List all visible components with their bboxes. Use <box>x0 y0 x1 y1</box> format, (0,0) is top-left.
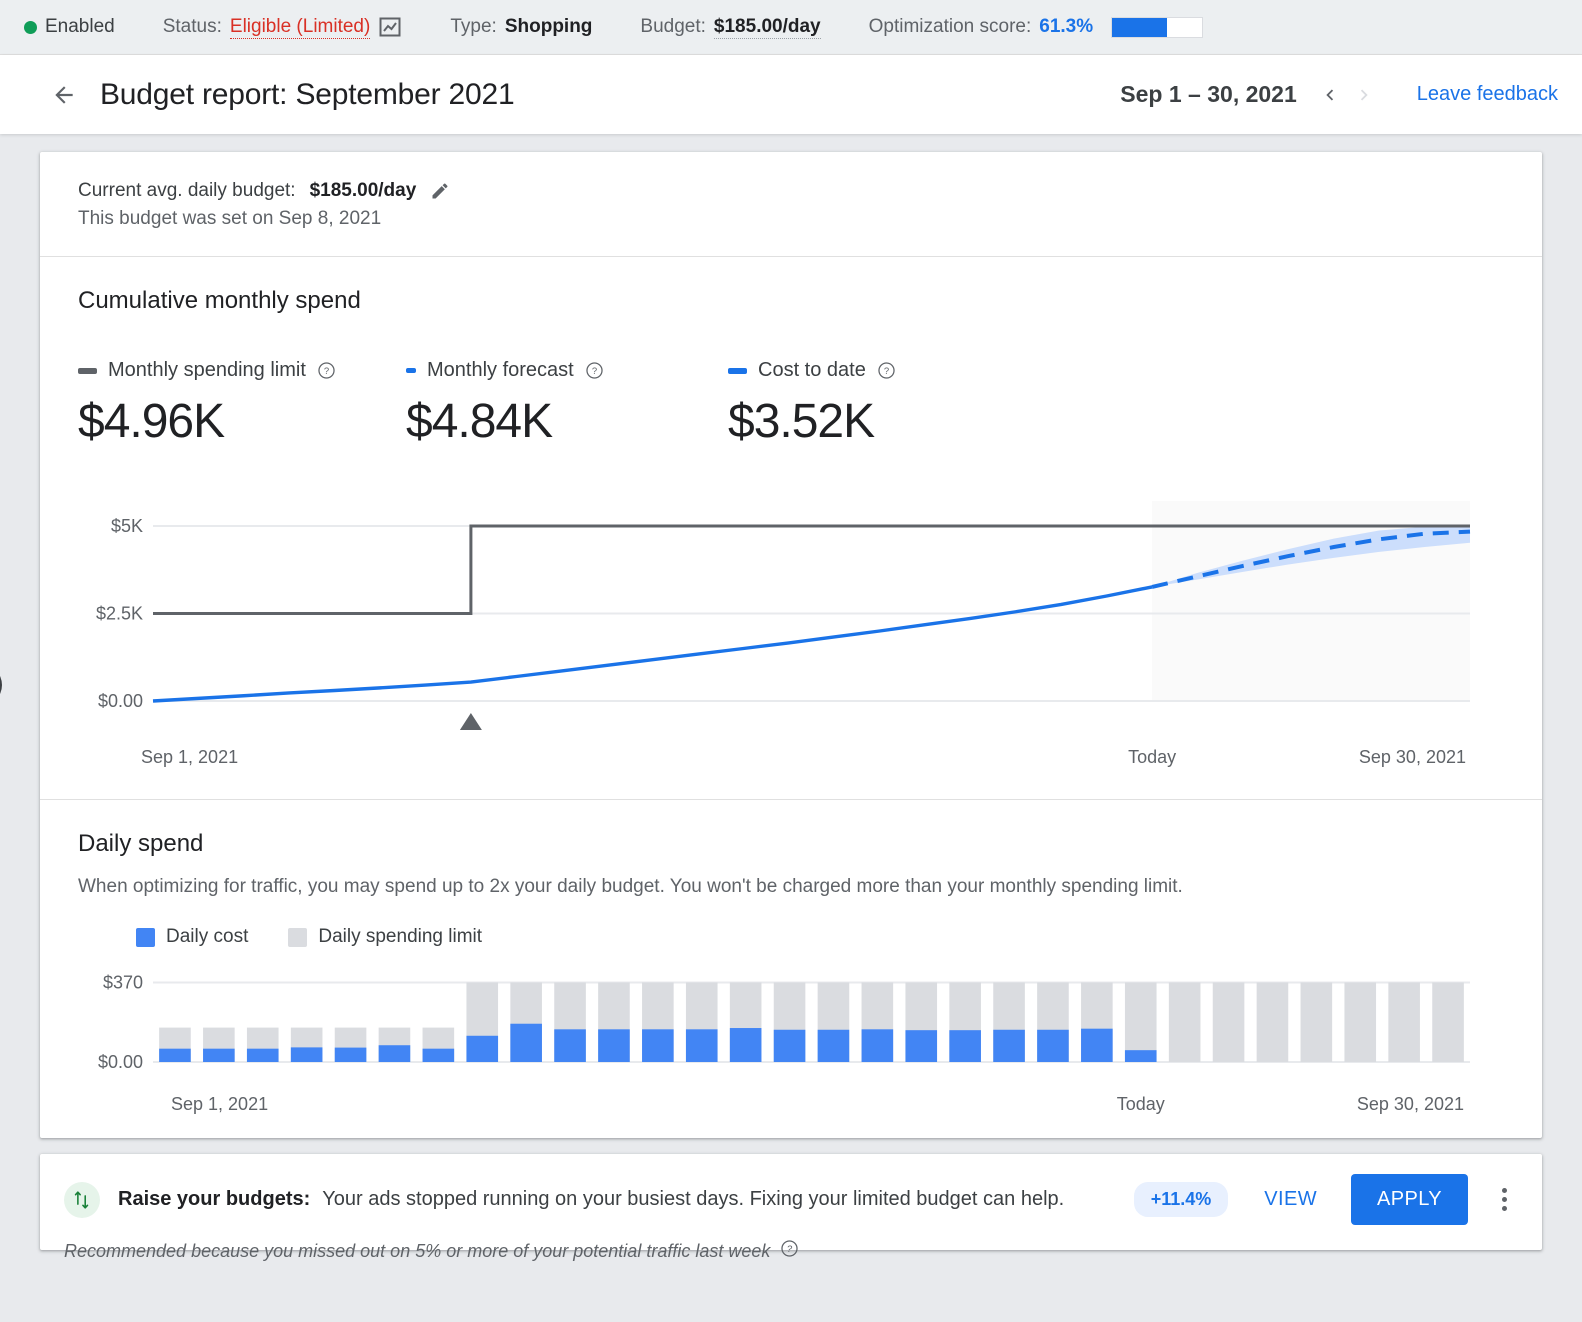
campaign-status-bar: Enabled Status: Eligible (Limited) Type:… <box>0 0 1582 55</box>
daily-section-description: When optimizing for traffic, you may spe… <box>78 876 1183 897</box>
metric-monthly-spending-limit: Monthly spending limit ? $4.96K <box>78 359 406 449</box>
recommendation-title: Raise your budgets: <box>118 1188 311 1210</box>
swap-vertical-icon <box>64 1181 100 1218</box>
budget-label: Budget: <box>640 16 706 37</box>
metric-label: Cost to date <box>758 359 866 381</box>
current-budget-value: $185.00/day <box>309 180 417 201</box>
cumulative-chart-svg: $0.00 $2.5K $5K Sep 1, 2021 Today Sep 30, 202… <box>96 501 1471 767</box>
cumulative-metrics: Monthly spending limit ? $4.96K Monthly … <box>78 359 1504 449</box>
header-controls: Sep 1 – 30, 2021 Leave feedback <box>1120 78 1558 112</box>
status-value[interactable]: Eligible (Limited) <box>229 16 371 39</box>
optimization-score-label: Optimization score: <box>868 16 1032 37</box>
svg-text:?: ? <box>324 366 329 377</box>
metric-label: Monthly forecast <box>427 359 574 381</box>
sidebar-expand-button[interactable] <box>0 664 2 706</box>
svg-text:Sep 1, 2021: Sep 1, 2021 <box>141 747 238 767</box>
optimization-score-progressbar <box>1111 16 1204 38</box>
apply-button[interactable]: APPLY <box>1351 1174 1468 1225</box>
svg-text:$2.5K: $2.5K <box>96 604 143 624</box>
svg-text:$0.00: $0.00 <box>98 691 143 711</box>
help-icon[interactable]: ? <box>877 361 896 380</box>
recommendation-text: Your ads stopped running on your busiest… <box>322 1188 1065 1210</box>
chart-icon[interactable] <box>378 15 402 39</box>
svg-text:$0.00: $0.00 <box>98 1052 143 1072</box>
enabled-dot-icon <box>24 20 37 34</box>
budget-set-date: This budget was set on Sep 8, 2021 <box>78 208 382 229</box>
kebab-menu-icon[interactable] <box>1490 1188 1518 1211</box>
page-header: Budget report: September 2021 Sep 1 – 30… <box>0 55 1582 134</box>
type-label: Type: <box>450 16 497 37</box>
legend-swatch-monthly-spending-limit <box>78 367 97 374</box>
type-value: Shopping <box>504 16 593 37</box>
metric-monthly-forecast: Monthly forecast ? $4.84K <box>406 359 728 449</box>
svg-text:?: ? <box>787 1244 793 1255</box>
metric-value: $4.84K <box>406 395 553 448</box>
svg-text:Sep 30, 2021: Sep 30, 2021 <box>1357 1094 1464 1114</box>
impact-badge: +11.4% <box>1133 1182 1229 1217</box>
budget-report-card: Current avg. daily budget: $185.00/day T… <box>40 152 1542 1138</box>
cumulative-spend-section: Cumulative monthly spend Monthly spendin… <box>40 257 1542 800</box>
legend-item-daily-spending-limit: Daily spending limit <box>288 926 482 948</box>
help-icon[interactable]: ? <box>585 361 604 380</box>
metric-value: $3.52K <box>728 395 875 448</box>
optimization-score-value[interactable]: 61.3% <box>1039 16 1093 38</box>
metric-label: Monthly spending limit <box>108 359 306 381</box>
metric-value: $4.96K <box>78 395 225 448</box>
recommendation-subtext: Recommended because you missed out on 5%… <box>64 1240 771 1261</box>
recommendation-subtext-row: Recommended because you missed out on 5%… <box>64 1239 1518 1263</box>
status-field: Status: Eligible (Limited) <box>163 15 403 39</box>
recommendation-actions: +11.4% VIEW APPLY <box>1133 1174 1518 1225</box>
svg-text:$5K: $5K <box>111 516 143 536</box>
daily-chart-svg: $0.00 $370 Sep 1, 2021 Today Sep 30, 2021 <box>98 972 1470 1114</box>
legend-swatch-cost-to-date <box>728 367 747 374</box>
type-field: Type: Shopping <box>450 16 592 38</box>
chevron-left-icon[interactable] <box>1313 78 1347 112</box>
back-arrow-icon[interactable] <box>44 75 84 115</box>
svg-text:Today: Today <box>1117 1094 1165 1114</box>
metric-header: Cost to date ? <box>728 359 1056 382</box>
svg-text:$370: $370 <box>103 972 143 992</box>
enabled-label: Enabled <box>45 16 115 37</box>
metric-header: Monthly spending limit ? <box>78 359 406 382</box>
daily-chart-legend: Daily cost Daily spending limit <box>136 926 1504 948</box>
daily-section-title: Daily spend <box>78 830 204 857</box>
chevron-right-icon <box>1347 78 1381 112</box>
budget-value[interactable]: $185.00/day <box>713 16 821 39</box>
pencil-icon[interactable] <box>430 181 450 201</box>
help-icon[interactable]: ? <box>780 1239 799 1263</box>
daily-spend-chart: $0.00 $370 Sep 1, 2021 Today Sep 30, 2021 <box>78 962 1504 1114</box>
page-title: Budget report: September 2021 <box>100 77 515 111</box>
current-budget-label: Current avg. daily budget: <box>78 180 296 201</box>
budget-field: Budget: $185.00/day <box>640 16 821 39</box>
legend-item-daily-cost: Daily cost <box>136 926 248 948</box>
recommendation-bar: Raise your budgets: Your ads stopped run… <box>40 1154 1542 1261</box>
current-budget-line: Current avg. daily budget: $185.00/day <box>78 180 1504 202</box>
report-body: Current avg. daily budget: $185.00/day T… <box>0 134 1582 1261</box>
status-label: Status: <box>162 16 222 37</box>
svg-text:?: ? <box>884 366 889 377</box>
view-button[interactable]: VIEW <box>1264 1188 1317 1211</box>
svg-text:Sep 1, 2021: Sep 1, 2021 <box>171 1094 268 1114</box>
current-budget-row: Current avg. daily budget: $185.00/day T… <box>40 152 1542 257</box>
svg-text:Sep 30, 2021: Sep 30, 2021 <box>1359 747 1466 767</box>
svg-text:?: ? <box>592 366 597 377</box>
legend-label: Daily spending limit <box>318 926 483 947</box>
metric-cost-to-date: Cost to date ? $3.52K <box>728 359 1056 449</box>
optimization-score-field: Optimization score: 61.3% <box>869 16 1204 38</box>
cumulative-spend-chart: $0.00 $2.5K $5K Sep 1, 2021 Today Sep 30, 202… <box>78 483 1504 773</box>
cumulative-section-title: Cumulative monthly spend <box>78 287 361 314</box>
legend-swatch-daily-cost <box>136 927 155 947</box>
daily-spend-section: Daily spend When optimizing for traffic,… <box>40 800 1542 1138</box>
svg-text:Today: Today <box>1128 747 1176 767</box>
legend-swatch-daily-spending-limit <box>288 927 308 947</box>
metric-header: Monthly forecast ? <box>406 359 728 382</box>
date-range-label[interactable]: Sep 1 – 30, 2021 <box>1120 81 1296 108</box>
enabled-status: Enabled <box>24 16 115 38</box>
legend-label: Daily cost <box>166 926 249 947</box>
recommendation-main-row: Raise your budgets: Your ads stopped run… <box>64 1174 1518 1225</box>
legend-swatch-monthly-forecast <box>406 368 416 373</box>
leave-feedback-link[interactable]: Leave feedback <box>1417 83 1558 106</box>
help-icon[interactable]: ? <box>317 361 336 380</box>
